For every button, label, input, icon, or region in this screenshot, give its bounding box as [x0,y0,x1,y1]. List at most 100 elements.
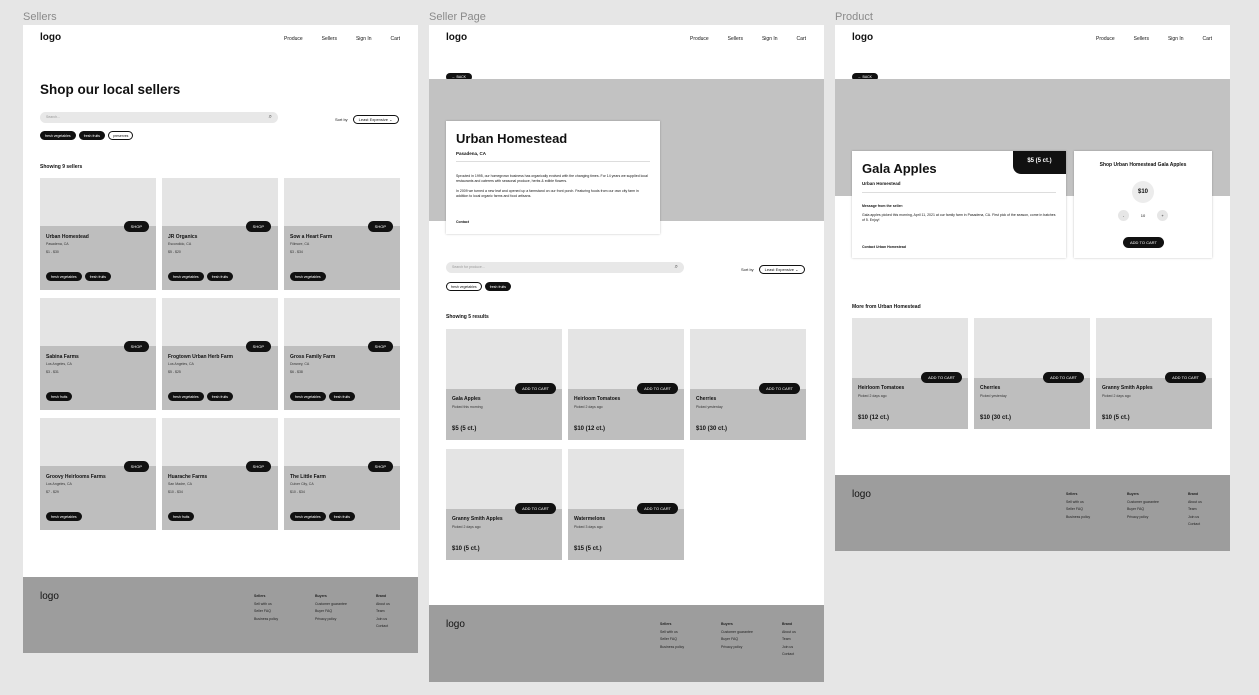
tag-chip[interactable]: fresh vegetables [168,272,204,281]
footer-link[interactable]: Team [376,609,385,613]
seller-card-name[interactable]: Groovy Heirlooms Farms [46,474,106,480]
product-card-name[interactable]: Heirloom Tomatoes [574,396,620,402]
seller-card-name[interactable]: Sabina Farms [46,354,79,360]
tag-chip[interactable]: fresh vegetables [46,512,82,521]
footer-link[interactable]: Contact [376,624,388,628]
product-card[interactable]: ADD TO CART Gala Apples Picked this mornin… [446,329,562,440]
seller-card[interactable]: SHOP Sow a Heart Farm Fillmore, CA $3 - $34… [284,178,400,290]
footer-link[interactable]: About us [782,630,796,634]
seller-card[interactable]: SHOP Urban Homestead Pasadena, CA $1 - $30 f… [40,178,156,290]
nav-sellers[interactable]: Sellers [1134,36,1149,42]
contact-seller-link[interactable]: Contact Urban Homestead [862,245,906,249]
nav-sign-in[interactable]: Sign In [1168,36,1184,42]
footer-link[interactable]: Join us [1188,515,1199,519]
tag-chip[interactable]: fresh fruits [84,272,112,281]
add-to-cart-button[interactable]: ADD TO CART [1123,237,1164,248]
seller-card-name[interactable]: Sow a Heart Farm [290,234,332,240]
footer-link[interactable]: Buyer FAQ [1127,507,1144,511]
footer-link[interactable]: Sell with us [660,630,678,634]
logo[interactable]: logo [446,32,467,43]
seller-card-name[interactable]: JR Organics [168,234,197,240]
product-card[interactable]: ADD TO CART Granny Smith Apples Picked 2 d… [446,449,562,560]
footer-link[interactable]: Privacy policy [1127,515,1148,519]
product-card[interactable]: ADD TO CART Cherries Picked yesterday $10 (… [690,329,806,440]
footer-link[interactable]: Customer guarantee [721,630,753,634]
product-card-name[interactable]: Granny Smith Apples [452,516,503,522]
add-to-cart-button[interactable]: ADD TO CART [515,503,556,514]
nav-sign-in[interactable]: Sign In [762,36,778,42]
nav-sellers[interactable]: Sellers [322,36,337,42]
footer-link[interactable]: Buyer FAQ [721,637,738,641]
add-to-cart-button[interactable]: ADD TO CART [1043,372,1084,383]
sort-select[interactable]: Least Expensive ⌄ [758,265,805,274]
footer-link[interactable]: Customer guarantee [315,602,347,606]
footer-link[interactable]: Sell with us [254,602,272,606]
footer-link[interactable]: Seller FAQ [660,637,677,641]
product-card-name[interactable]: Gala Apples [452,396,481,402]
filter-chip[interactable]: preserves [108,131,134,140]
nav-sign-in[interactable]: Sign In [356,36,372,42]
product-card-name[interactable]: Heirloom Tomatoes [858,385,904,391]
filter-chip[interactable]: fresh fruits [484,282,512,291]
shop-button[interactable]: SHOP [245,341,271,352]
tag-chip[interactable]: fresh fruits [328,392,356,401]
footer-link[interactable]: Team [1188,507,1197,511]
add-to-cart-button[interactable]: ADD TO CART [921,372,962,383]
add-to-cart-button[interactable]: ADD TO CART [759,383,800,394]
footer-link[interactable]: About us [376,602,390,606]
add-to-cart-button[interactable]: ADD TO CART [515,383,556,394]
nav-cart[interactable]: Cart [1203,36,1212,42]
shop-button[interactable]: SHOP [367,341,393,352]
footer-logo[interactable]: logo [40,591,59,602]
footer-link[interactable]: Seller FAQ [1066,507,1083,511]
seller-card[interactable]: SHOP Sabina Farms Los Angeles, CA $3 - $31 f… [40,298,156,410]
shop-button[interactable]: SHOP [367,461,393,472]
seller-card[interactable]: SHOP Frogtown Urban Herb Farm Los Angeles,… [162,298,278,410]
footer-link[interactable]: About us [1188,500,1202,504]
footer-logo[interactable]: logo [852,489,871,500]
product-card[interactable]: ADD TO CART Watermelons Picked 3 days ago $… [568,449,684,560]
search-input[interactable]: Search... ⌕ [40,112,278,123]
logo[interactable]: logo [40,32,61,43]
seller-card-name[interactable]: Huarache Farms [168,474,207,480]
search-input[interactable]: Search for produce... ⌕ [446,262,684,273]
nav-cart[interactable]: Cart [797,36,806,42]
nav-cart[interactable]: Cart [391,36,400,42]
seller-card-name[interactable]: The Little Farm [290,474,326,480]
tag-chip[interactable]: fresh vegetables [290,272,326,281]
seller-card[interactable]: SHOP The Little Farm Culver City, CA $10 - … [284,418,400,530]
footer-link[interactable]: Join us [782,645,793,649]
shop-button[interactable]: SHOP [123,341,149,352]
footer-link[interactable]: Seller FAQ [254,609,271,613]
tag-chip[interactable]: fresh fruits [206,392,234,401]
shop-button[interactable]: SHOP [245,461,271,472]
minus-button[interactable]: - [1118,210,1129,221]
add-to-cart-button[interactable]: ADD TO CART [1165,372,1206,383]
footer-link[interactable]: Customer guarantee [1127,500,1159,504]
tag-chip[interactable]: fresh vegetables [46,272,82,281]
sort-select[interactable]: Least Expensive ⌄ [352,115,399,124]
tag-chip[interactable]: fresh fruits [46,392,73,401]
filter-chip[interactable]: fresh vegetables [40,131,76,140]
shop-button[interactable]: SHOP [123,221,149,232]
footer-link[interactable]: Buyer FAQ [315,609,332,613]
footer-link[interactable]: Privacy policy [315,617,336,621]
nav-sellers[interactable]: Sellers [728,36,743,42]
tag-chip[interactable]: fresh fruits [206,272,234,281]
logo[interactable]: logo [852,32,873,43]
product-card-name[interactable]: Granny Smith Apples [1102,385,1153,391]
filter-chip[interactable]: fresh fruits [78,131,106,140]
seller-card[interactable]: SHOP Gross Family Farm Downey, CA $6 - $38 f… [284,298,400,410]
tag-chip[interactable]: fresh fruits [168,512,195,521]
filter-chip[interactable]: fresh vegetables [446,282,482,291]
search-icon[interactable]: ⌕ [675,264,678,271]
search-icon[interactable]: ⌕ [269,114,272,121]
tag-chip[interactable]: fresh vegetables [290,512,326,521]
add-to-cart-button[interactable]: ADD TO CART [637,503,678,514]
seller-card-name[interactable]: Gross Family Farm [290,354,335,360]
footer-link[interactable]: Contact [1188,522,1200,526]
add-to-cart-button[interactable]: ADD TO CART [637,383,678,394]
footer-logo[interactable]: logo [446,619,465,630]
plus-button[interactable]: + [1156,210,1168,221]
seller-card[interactable]: SHOP JR Organics Escondido, CA $5 - $20 fres… [162,178,278,290]
